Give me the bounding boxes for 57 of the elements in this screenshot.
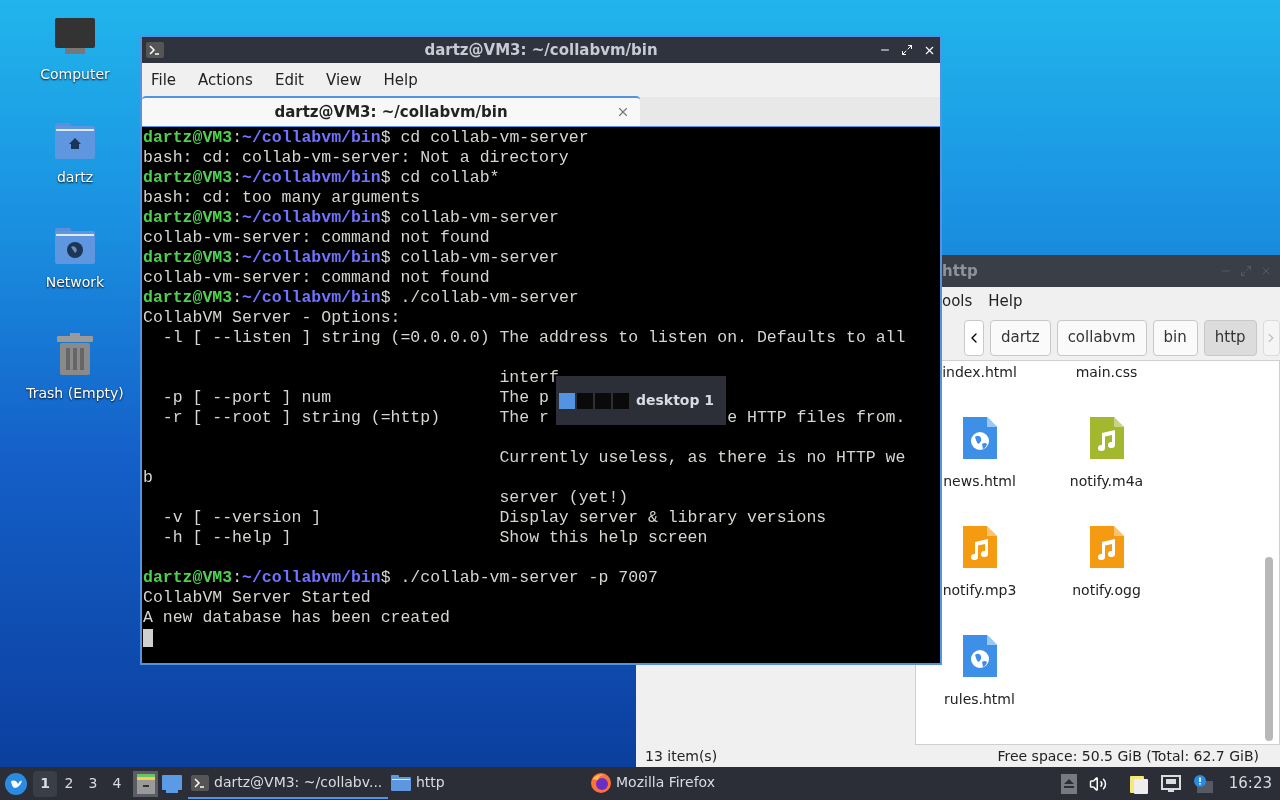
terminal-line: bash: cd: collab-vm-server: Not a directory [143, 148, 569, 168]
file-name[interactable]: notify.ogg [1072, 580, 1141, 601]
menu-item[interactable]: Help [383, 68, 418, 92]
window-title: http [942, 260, 978, 282]
task-button[interactable]: http [388, 768, 588, 799]
file-name[interactable]: notify.m4a [1069, 471, 1144, 492]
workspace-button[interactable]: 1 [33, 770, 57, 797]
terminal-line: -v [ --version ] Display server & library versions [161, 508, 827, 528]
terminal-line: server (yet!) [498, 488, 629, 508]
file-name[interactable]: index.html [942, 362, 1017, 383]
terminal-line: dartz@VM3:~/collabvm/bin$ ./collab-vm-server -p 7007 [143, 568, 658, 587]
clock[interactable]: 16:23 [1228, 772, 1272, 795]
terminal-line: dartz@VM3:~/collabvm/bin$ ./collab-vm-server [143, 288, 579, 307]
path-button[interactable]: dartz [990, 319, 1051, 356]
workspace-button[interactable]: 3 [81, 770, 105, 797]
terminal-line: -h [ --help ] Show this help screen [161, 528, 708, 548]
terminal-line: dartz@VM3:~/collabvm/bin$ cd collab-vm-server [143, 128, 589, 147]
menu-item[interactable]: Edit [274, 68, 304, 92]
terminal-line: CollabVM Server Started [143, 588, 371, 608]
task-button[interactable]: dartz@VM3: ~/collabv... [188, 768, 388, 799]
terminal-line: dartz@VM3:~/collabvm/bin$ collab-vm-server [143, 208, 559, 227]
file-name[interactable]: notify.mp3 [942, 580, 1017, 601]
terminal-line: CollabVM Server - Options: [143, 308, 401, 328]
path-button[interactable]: bin [1152, 319, 1198, 356]
terminal-line: dartz@VM3:~/collabvm/bin$ collab-vm-server [143, 248, 559, 267]
desktop-name: desktop 1 [636, 391, 715, 410]
file-name[interactable]: rules.html [944, 689, 1015, 710]
terminal-line: -l [ --listen ] string (=0.0.0.0) The address to listen on. Defaults to all [161, 328, 906, 348]
terminal-line: dartz@VM3:~/collabvm/bin$ cd collab* [143, 168, 500, 187]
terminal-line: b [143, 468, 153, 488]
menu-item[interactable]: Help [988, 289, 1023, 313]
terminal-line: bash: cd: too many arguments [143, 188, 421, 208]
menu-item[interactable]: View [325, 68, 362, 92]
terminal-tab[interactable]: dartz@VM3: ~/collabvm/bin [142, 96, 640, 126]
status-text: 13 item(s) [645, 746, 718, 766]
terminal-line: Currently useless, as there is no HTTP we [498, 448, 906, 468]
file-name[interactable]: news.html [943, 471, 1016, 492]
menu-item[interactable]: File [151, 68, 177, 92]
terminal-line: -r [ --root ] string (=http) The r [161, 408, 549, 428]
workspace-button[interactable]: 2 [57, 770, 81, 797]
terminal-line: interf [498, 368, 559, 388]
terminal-line: -p [ --port ] num The p [161, 388, 549, 408]
terminal-line: e HTTP files from. [727, 408, 906, 428]
menu-item[interactable]: ools [942, 289, 973, 313]
desktop-icon-label[interactable]: Trash (Empty) [26, 383, 124, 404]
path-button[interactable]: http [1203, 319, 1257, 356]
file-name[interactable]: main.css [1075, 362, 1138, 383]
workspace-button[interactable]: 4 [105, 770, 129, 797]
status-text: Free space: 50.5 GiB (Total: 62.7 GiB) [997, 746, 1260, 766]
terminal-line: collab-vm-server: command not found [143, 228, 490, 248]
terminal-line: collab-vm-server: command not found [143, 268, 490, 288]
path-button[interactable]: collabvm [1056, 319, 1147, 356]
menu-item[interactable]: Actions [198, 68, 253, 92]
desktop-icon-label[interactable]: Network [45, 272, 105, 293]
task-button[interactable]: Mozilla Firefox [588, 768, 788, 799]
window-title: dartz@VM3: ~/collabvm/bin [423, 39, 659, 61]
terminal-line: A new database has been created [143, 608, 450, 628]
